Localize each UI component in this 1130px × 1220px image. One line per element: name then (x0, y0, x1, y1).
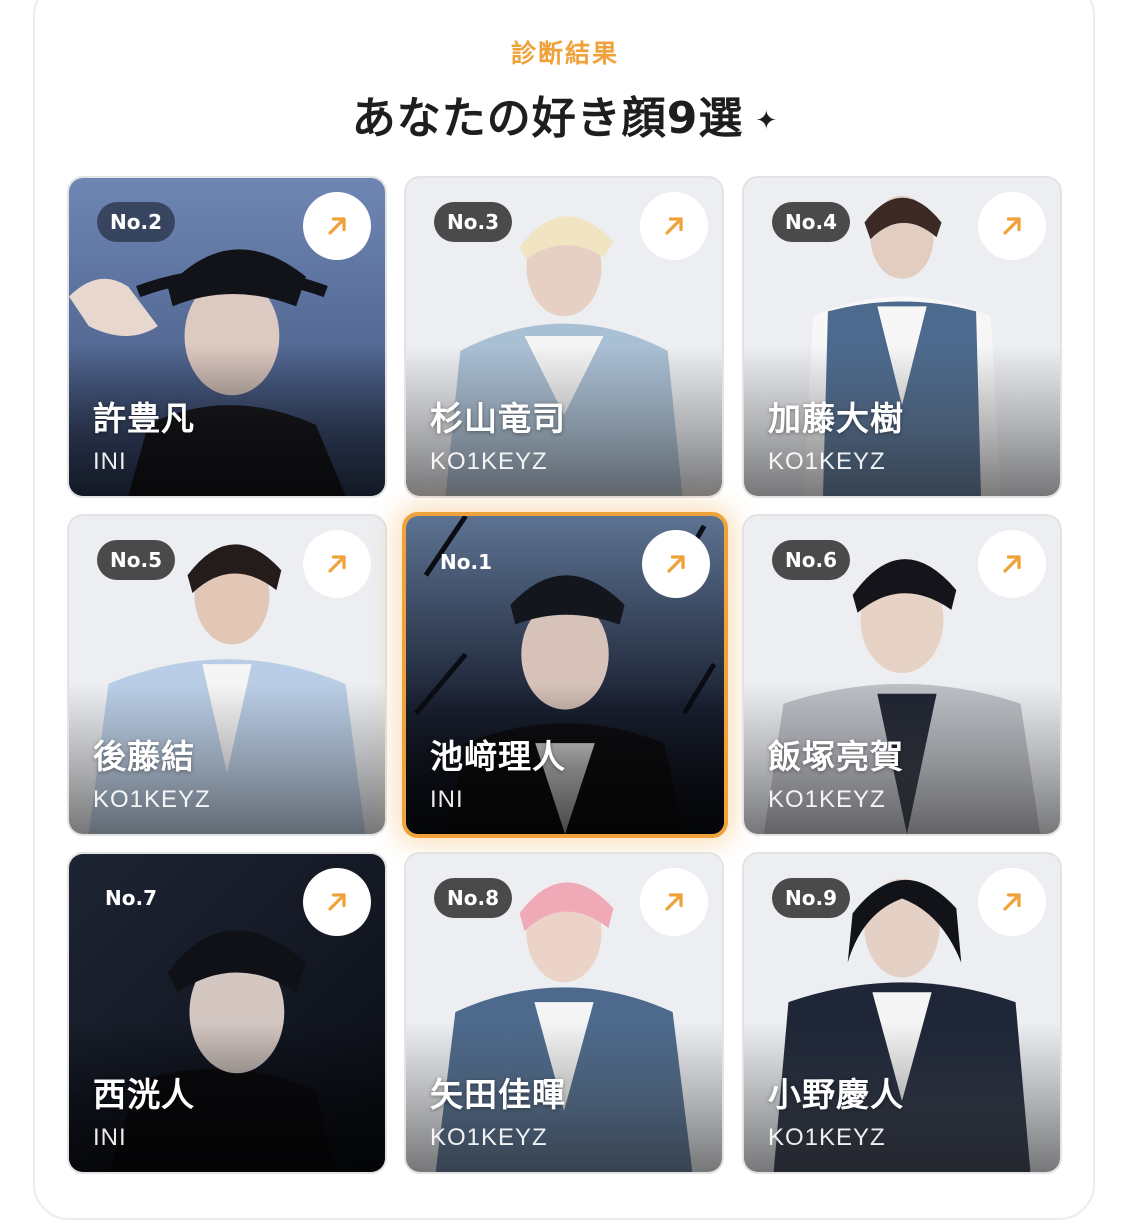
member-card-rank-9[interactable]: No.9 小野慶人 KO1KEYZ (742, 852, 1062, 1174)
open-link-button[interactable] (303, 868, 371, 936)
group-name: KO1KEYZ (93, 786, 211, 813)
page-title-text: あなたの好き顔9選 (351, 93, 744, 144)
group-name: KO1KEYZ (768, 786, 886, 813)
rank-badge: No.7 (105, 886, 157, 910)
member-card-rank-2[interactable]: No.2 許豊凡 INI (67, 176, 387, 498)
group-name: KO1KEYZ (768, 1124, 886, 1151)
page-title: あなたの好き顔9選 ✦ (0, 82, 1130, 146)
open-link-button[interactable] (978, 530, 1046, 598)
arrow-up-right-icon (328, 555, 346, 573)
group-name: KO1KEYZ (430, 1124, 548, 1151)
member-name: 杉山竜司 (430, 399, 566, 438)
member-name: 西洸人 (93, 1075, 195, 1114)
group-name: KO1KEYZ (768, 448, 886, 475)
arrow-up-right-icon (328, 217, 346, 235)
member-card-rank-8[interactable]: No.8 矢田佳暉 KO1KEYZ (404, 852, 724, 1174)
rank-badge: No.2 (97, 202, 175, 242)
member-name: 加藤大樹 (768, 399, 904, 438)
rank-badge: No.8 (434, 878, 512, 918)
member-card-rank-7[interactable]: No.7 西洸人 INI (67, 852, 387, 1174)
group-name: INI (430, 786, 464, 813)
open-link-button[interactable] (978, 192, 1046, 260)
rank-badge: No.3 (434, 202, 512, 242)
arrow-up-right-icon (328, 893, 346, 911)
rank-badge: No.4 (772, 202, 850, 242)
arrow-up-right-icon (1003, 217, 1021, 235)
result-label: 診断結果 (510, 39, 619, 68)
rank-badge: No.1 (440, 550, 492, 574)
member-name: 小野慶人 (768, 1075, 904, 1114)
arrow-up-right-icon (665, 217, 683, 235)
member-card-rank-5[interactable]: No.5 後藤結 KO1KEYZ (67, 514, 387, 836)
arrow-up-right-icon (1003, 555, 1021, 573)
open-link-button[interactable] (640, 868, 708, 936)
rank-badge: No.6 (772, 540, 850, 580)
sparkle-icon: ✦ (755, 106, 779, 136)
member-card-rank-1[interactable]: No.1 池﨑理人 INI (402, 512, 728, 838)
member-name: 許豊凡 (93, 399, 195, 438)
member-card-rank-6[interactable]: No.6 飯塚亮賀 KO1KEYZ (742, 514, 1062, 836)
group-name: INI (93, 1124, 127, 1151)
member-card-rank-3[interactable]: No.3 杉山竜司 KO1KEYZ (404, 176, 724, 498)
open-link-button[interactable] (303, 530, 371, 598)
open-link-button[interactable] (642, 530, 710, 598)
rank-badge: No.5 (97, 540, 175, 580)
rank-badge: No.9 (772, 878, 850, 918)
open-link-button[interactable] (978, 868, 1046, 936)
member-name: 後藤結 (93, 737, 195, 776)
member-name: 飯塚亮賀 (768, 737, 904, 776)
arrow-up-right-icon (667, 555, 685, 573)
group-name: INI (93, 448, 127, 475)
arrow-up-right-icon (1003, 893, 1021, 911)
open-link-button[interactable] (303, 192, 371, 260)
member-card-rank-4[interactable]: No.4 加藤大樹 KO1KEYZ (742, 176, 1062, 498)
open-link-button[interactable] (640, 192, 708, 260)
group-name: KO1KEYZ (430, 448, 548, 475)
member-name: 池﨑理人 (430, 737, 566, 776)
member-name: 矢田佳暉 (430, 1075, 566, 1114)
arrow-up-right-icon (665, 893, 683, 911)
